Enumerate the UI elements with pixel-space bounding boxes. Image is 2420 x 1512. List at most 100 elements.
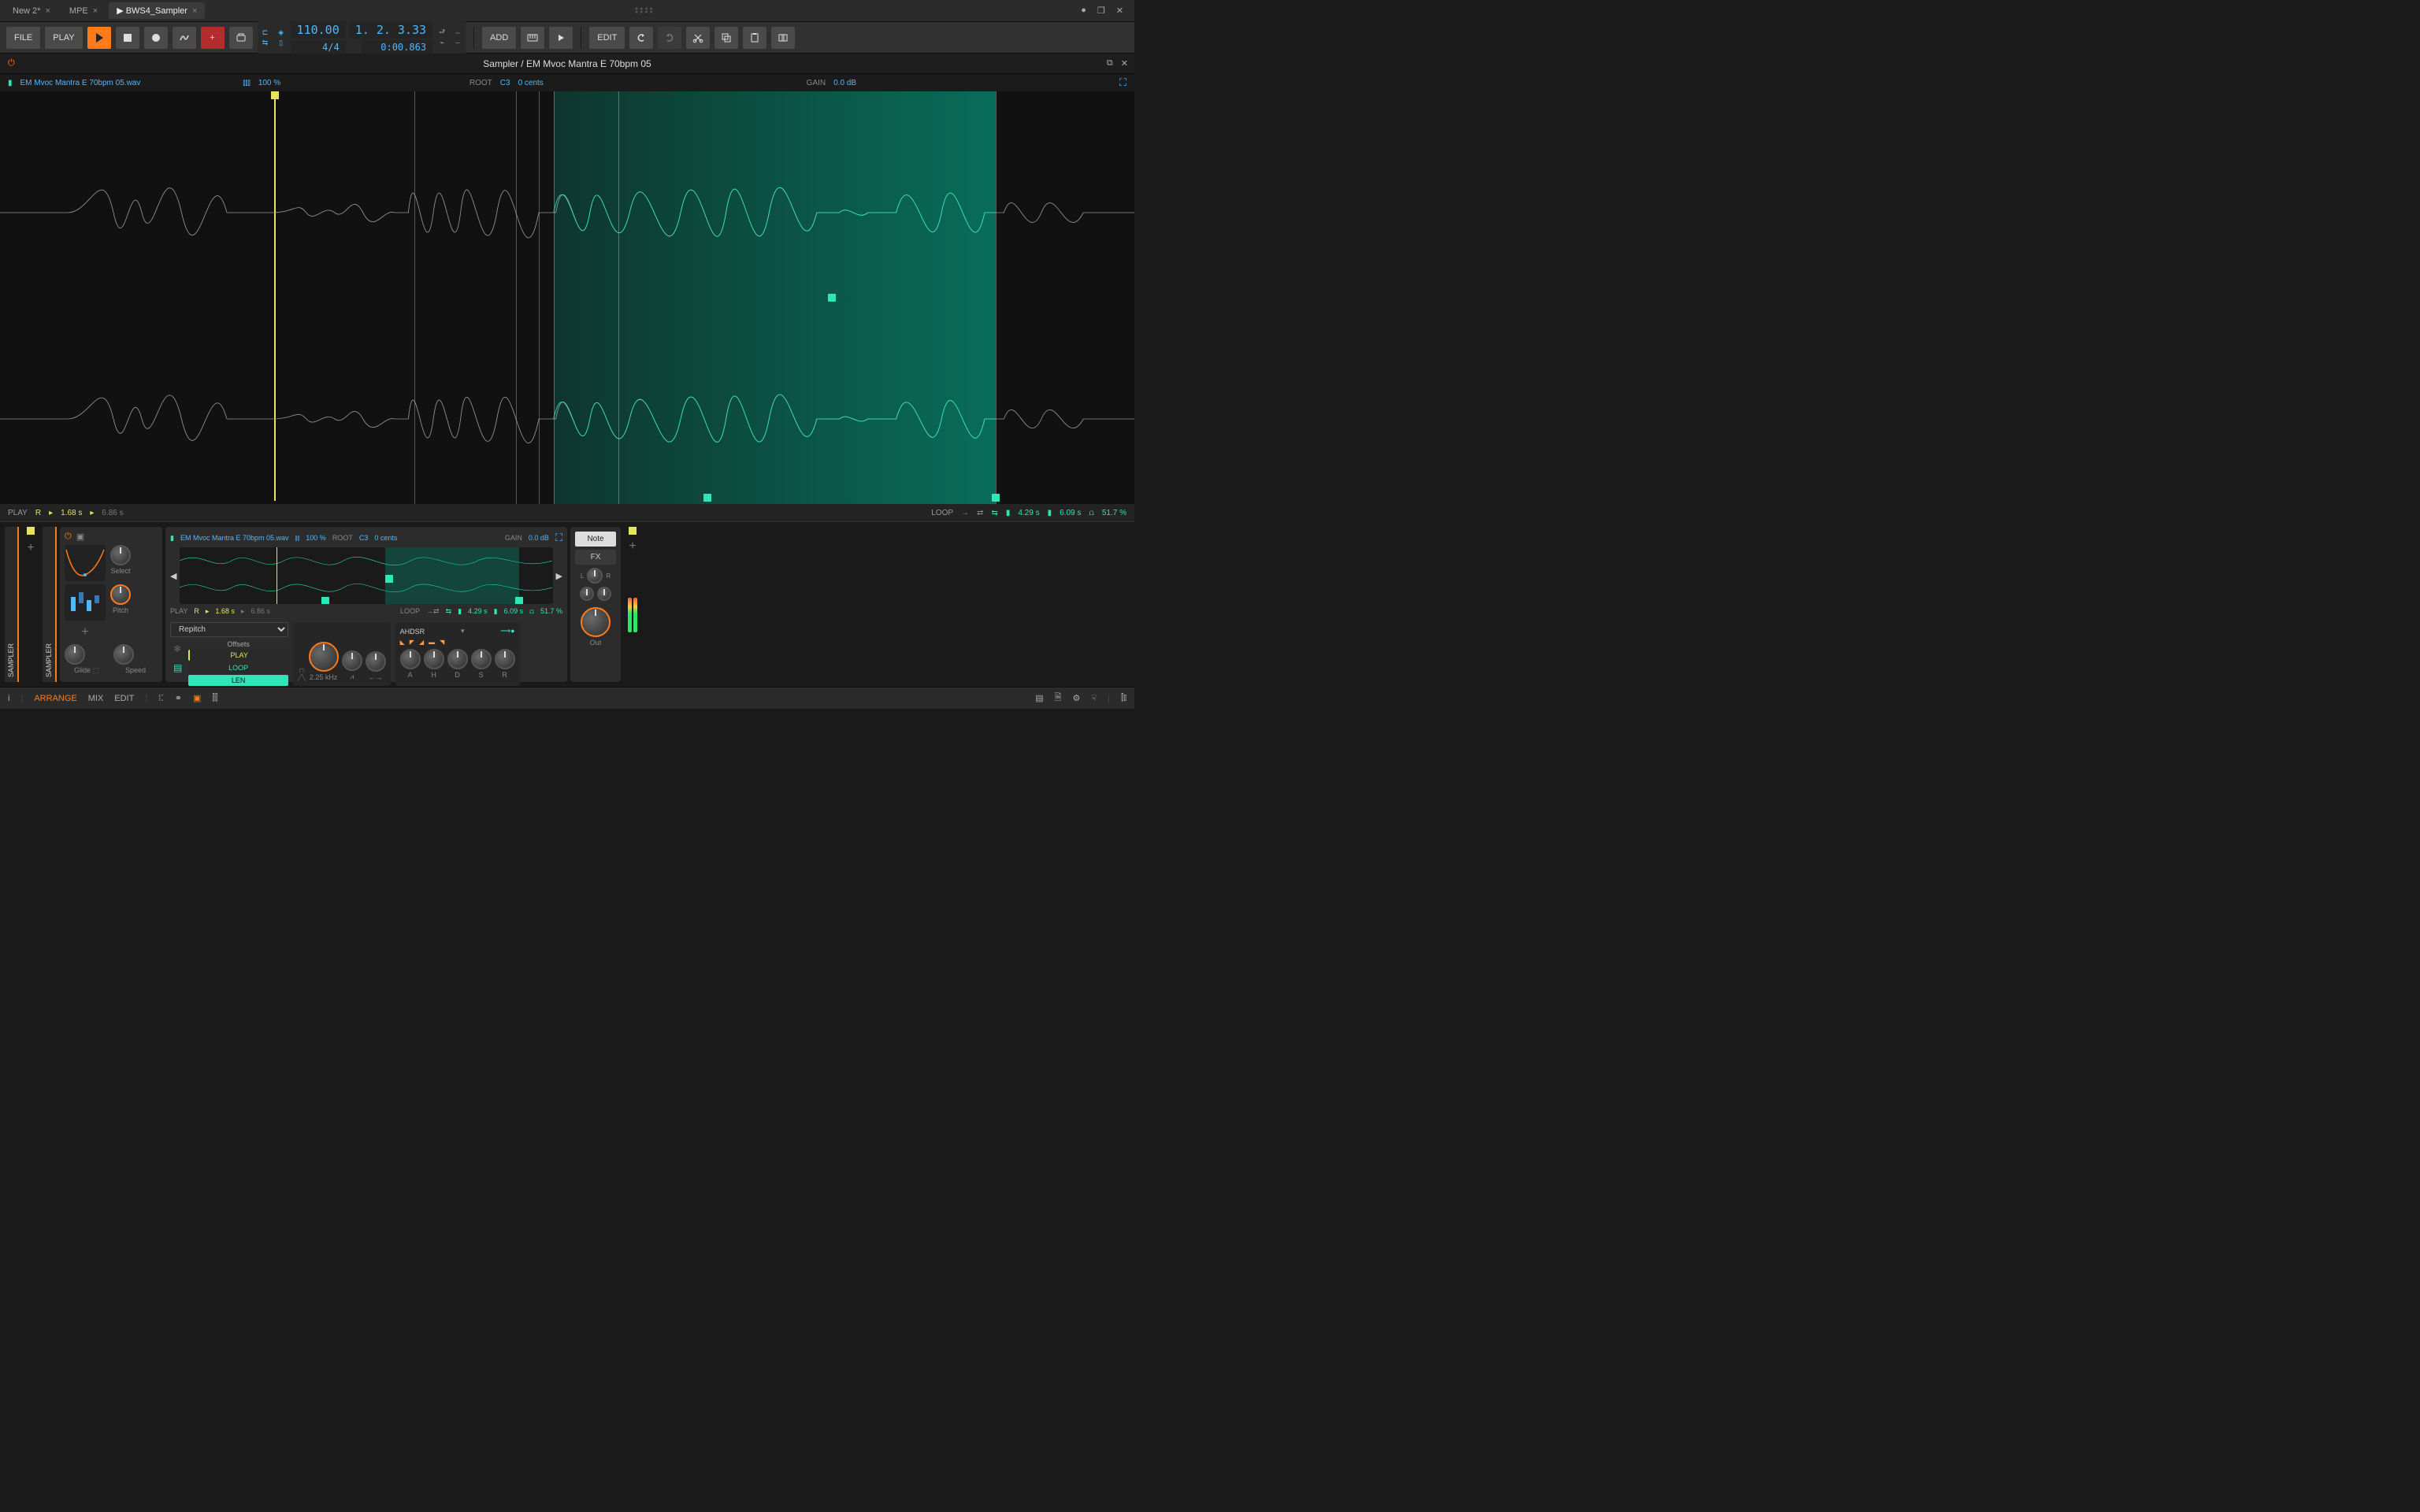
prev-sample-icon[interactable]: ◀ [170, 571, 176, 581]
play-button[interactable]: PLAY [45, 27, 82, 49]
filter-shape-icon[interactable]: ╭╮ [298, 665, 306, 673]
curve1-icon[interactable]: ⌢ [451, 28, 464, 37]
file-icon[interactable]: 🗎 [1055, 691, 1062, 706]
snowflake-icon[interactable]: ❄ [173, 643, 182, 654]
folder-icon[interactable]: ▣ [76, 532, 84, 542]
metronome-icon[interactable]: ◈ [275, 28, 288, 37]
file-button[interactable]: FILE [6, 27, 40, 49]
root-note[interactable]: C3 [500, 79, 510, 87]
root-cents[interactable]: 0 cents [518, 79, 544, 87]
play-start[interactable]: 1.68 s [61, 509, 82, 517]
overdub-button[interactable]: + [201, 27, 225, 49]
position-bars[interactable]: 1. 2. 3.33 [349, 21, 432, 39]
zoom-icon[interactable]: ⫾⫾ [295, 534, 300, 543]
note-tab[interactable]: Note [575, 532, 616, 547]
browser-icon[interactable]: ▤ [1035, 693, 1043, 703]
mix-view-button[interactable]: MIX [88, 694, 104, 703]
transport-record-button[interactable] [144, 27, 168, 49]
filter-res-knob[interactable] [342, 650, 362, 671]
redo-button[interactable] [658, 27, 681, 49]
play-end[interactable]: 6.86 s [102, 509, 123, 517]
env-shape-icon[interactable]: ▬ [429, 639, 435, 646]
filter-shape-icon[interactable]: ╱╲ [298, 674, 306, 681]
ram-icon[interactable]: ▤ [173, 662, 182, 673]
tempo-display[interactable]: 110.00 [291, 21, 346, 39]
pitch-knob[interactable] [110, 584, 131, 605]
export-button[interactable] [229, 27, 253, 49]
filter-freq-knob[interactable] [309, 642, 339, 672]
power-icon[interactable]: ⏻ [65, 532, 72, 542]
add-modulator[interactable]: + [65, 624, 106, 641]
close-icon[interactable]: × [45, 6, 50, 16]
device-chain-icon[interactable]: ⚭ [175, 693, 182, 703]
play-r-flag[interactable]: R [35, 509, 41, 517]
offset-len-button[interactable]: LEN [188, 675, 288, 686]
pan-knob[interactable] [587, 568, 603, 584]
sustain-knob[interactable] [471, 649, 492, 669]
offset-loop-button[interactable]: LOOP [188, 662, 288, 673]
decay-knob[interactable] [447, 649, 468, 669]
loop-mode-icon[interactable]: ⇄ [977, 509, 983, 517]
zoom-value[interactable]: 100 % [258, 79, 280, 87]
loop-pct[interactable]: 51.7 % [1102, 509, 1126, 517]
settings-icon[interactable]: ⚙ [1073, 693, 1081, 703]
zoom-icon[interactable]: ⫾⫾⫾ [243, 79, 251, 87]
close-window-icon[interactable]: ✕ [1116, 6, 1123, 16]
duplicate-button[interactable] [771, 27, 795, 49]
filter-drive-knob[interactable] [366, 651, 386, 672]
curve2-icon[interactable]: ⌣ [451, 39, 464, 47]
position-time[interactable]: 0:00.863 [362, 40, 432, 54]
edit-button[interactable]: EDIT [589, 27, 625, 49]
crop-icon[interactable]: ⛶ [1119, 76, 1126, 89]
send1-knob[interactable] [580, 587, 594, 601]
transport-stop-button[interactable] [116, 27, 139, 49]
add-slot[interactable]: + [22, 539, 39, 557]
arrange-view-button[interactable]: ARRANGE [34, 694, 76, 703]
speed-knob[interactable] [113, 644, 134, 665]
edit-view-button[interactable]: EDIT [114, 694, 134, 703]
keymap-thumbnail[interactable] [65, 584, 106, 621]
device-filename[interactable]: EM Mvoc Mantra E 70bpm 05.wav [180, 534, 289, 542]
automation-write-button[interactable] [173, 27, 196, 49]
close-editor-icon[interactable]: ✕ [1121, 58, 1128, 69]
loop-handle[interactable] [321, 597, 329, 604]
loop-start[interactable]: 4.29 s [1018, 509, 1039, 517]
time-sig-display[interactable]: 4/4 [291, 40, 346, 54]
add-device[interactable]: + [624, 538, 641, 555]
offset-play-button[interactable]: PLAY [188, 650, 288, 661]
loop-dir-icon[interactable]: → [961, 509, 969, 517]
transport-play-button[interactable] [87, 27, 111, 49]
sampler-tab-outer[interactable]: SAMPLER [5, 527, 19, 682]
mixer-panel-icon[interactable]: ⫿⫿ [212, 693, 217, 703]
out-gain-knob[interactable] [581, 607, 611, 637]
loop-handle[interactable] [515, 597, 523, 604]
sampler-tab-inner[interactable]: SAMPLER [43, 527, 57, 682]
playback-mode-select[interactable]: Repitch [170, 622, 288, 637]
env-shape-icon[interactable]: ◥ [440, 639, 444, 646]
env-indicator-icon[interactable]: ⟶● [500, 627, 514, 636]
tab-mpe[interactable]: MPE× [61, 3, 106, 19]
send2-knob[interactable] [597, 587, 611, 601]
touch-icon[interactable]: ☟ [1091, 693, 1097, 703]
punch-in-icon[interactable]: ⮐ [436, 28, 448, 37]
copy-button[interactable] [714, 27, 738, 49]
power-icon[interactable]: ⏻ [8, 58, 15, 69]
undo-button[interactable] [629, 27, 653, 49]
restore-icon[interactable]: ❐ [1097, 6, 1105, 16]
detail-panel-icon[interactable]: ▣ [193, 693, 201, 703]
hold-knob[interactable] [424, 649, 444, 669]
env-shape-icon[interactable]: ◤ [410, 639, 414, 646]
device-zoom[interactable]: 100 % [306, 534, 326, 542]
folder-icon[interactable]: ▮ [170, 534, 174, 543]
tab-bws4-sampler[interactable]: ▶ BWS4_Sampler× [109, 2, 205, 19]
next-sample-icon[interactable]: ▶ [556, 571, 562, 581]
loop-end[interactable]: 6.09 s [1060, 509, 1081, 517]
mini-waveform[interactable] [180, 547, 552, 604]
info-button[interactable]: i [8, 694, 9, 703]
close-icon[interactable]: × [192, 6, 197, 16]
loop-handle[interactable] [385, 575, 393, 583]
close-icon[interactable]: × [93, 6, 98, 16]
gain-value[interactable]: 0.0 dB [833, 79, 856, 87]
release-knob[interactable] [495, 649, 515, 669]
sample-filename[interactable]: EM Mvoc Mantra E 70bpm 05.wav [20, 79, 141, 87]
